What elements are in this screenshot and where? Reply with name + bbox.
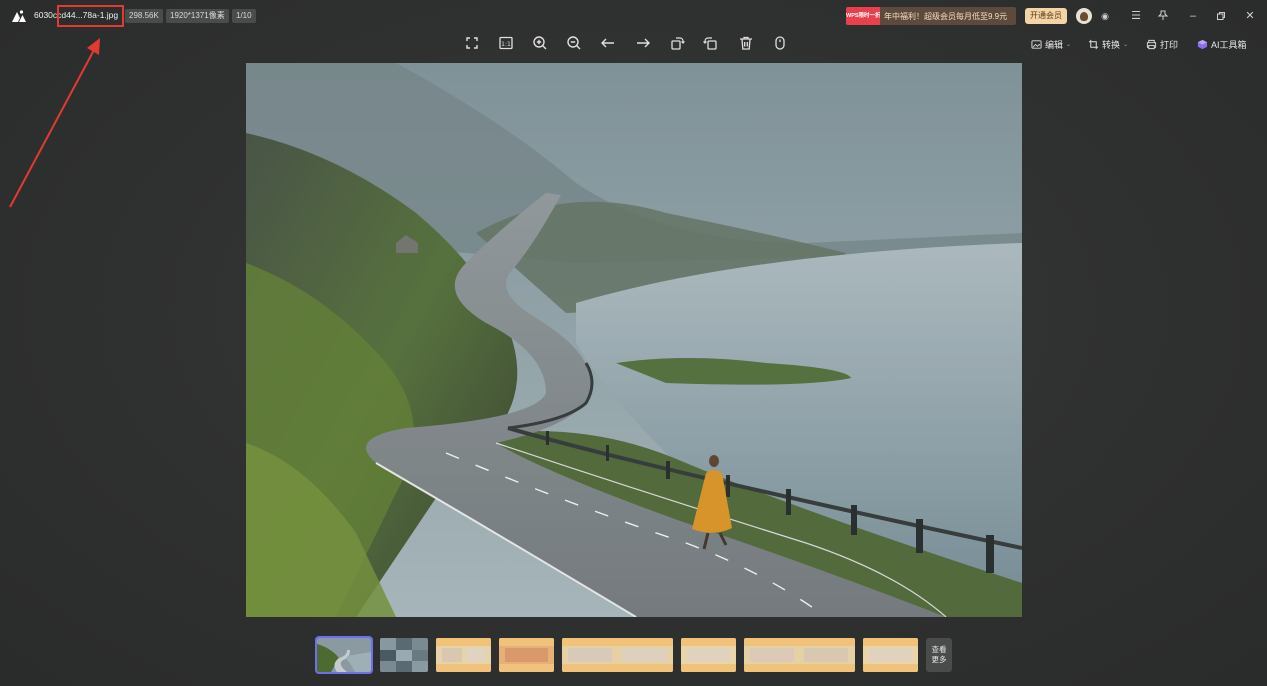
zoom-in-icon[interactable] (531, 34, 549, 52)
thumbnail-3[interactable] (436, 638, 491, 672)
printer-icon (1146, 39, 1157, 49)
settings-dot-icon[interactable]: ◉ (1097, 8, 1113, 24)
edit-label: 编辑 (1045, 39, 1064, 50)
chevron-down-icon: ⌄ (1066, 41, 1072, 48)
image-edit-icon (1031, 39, 1042, 49)
convert-button[interactable]: 转换 ⌄ (1088, 37, 1128, 51)
page-index-badge: 1/10 (232, 9, 256, 23)
rotate-left-icon[interactable] (668, 34, 686, 52)
crop-icon (1088, 39, 1099, 49)
promo-badge: WPS限时一折 (846, 7, 880, 25)
close-icon[interactable]: ✕ (1242, 8, 1258, 24)
zoom-out-icon[interactable] (565, 34, 583, 52)
ai-toolbox-button[interactable]: AI工具箱 (1197, 37, 1247, 51)
fullscreen-icon[interactable] (463, 34, 481, 52)
view-more-button[interactable]: 查看 更多 (926, 638, 952, 672)
promo-text: 年中福利！超级会员每月低至9.9元 (884, 12, 1008, 21)
thumbnail-7[interactable] (744, 638, 855, 672)
thumbnail-6[interactable] (681, 638, 736, 672)
thumbnail-2[interactable] (380, 638, 428, 672)
title-bar: 6030ccd44...78a-1.jpg 298.56K 1920*1371像… (0, 0, 1267, 32)
svg-text:1:1: 1:1 (501, 41, 511, 48)
pin-icon[interactable] (1155, 8, 1171, 24)
open-vip-button[interactable]: 开通会员 (1025, 8, 1067, 24)
print-label: 打印 (1160, 39, 1179, 50)
convert-label: 转换 (1102, 39, 1121, 50)
view-more-label-1: 查看 (931, 645, 947, 654)
main-image[interactable] (246, 63, 1022, 617)
actual-size-icon[interactable]: 1:1 (497, 34, 515, 52)
thumbnail-1[interactable] (315, 636, 373, 674)
chevron-down-icon: ⌄ (1123, 41, 1129, 48)
ai-toolbox-icon (1197, 39, 1208, 49)
delete-icon[interactable] (737, 34, 755, 52)
thumbnail-4[interactable] (499, 638, 554, 672)
previous-icon[interactable] (599, 34, 617, 52)
thumbnail-8[interactable] (863, 638, 918, 672)
user-avatar[interactable] (1076, 8, 1092, 24)
next-icon[interactable] (634, 34, 652, 52)
print-button[interactable]: 打印 (1146, 37, 1178, 51)
thumbnail-5[interactable] (562, 638, 673, 672)
minimize-icon[interactable]: – (1185, 8, 1201, 24)
mouse-icon[interactable] (771, 34, 789, 52)
promo-banner[interactable]: WPS限时一折 年中福利！超级会员每月低至9.9元 (846, 7, 1016, 25)
annotation-arrow (9, 38, 100, 208)
rotate-right-icon[interactable] (702, 34, 720, 52)
image-dimensions-badge: 1920*1371像素 (166, 9, 229, 23)
menu-icon[interactable]: ☰ (1128, 8, 1144, 24)
restore-icon[interactable] (1213, 8, 1229, 24)
view-more-label-2: 更多 (931, 655, 947, 664)
edit-button[interactable]: 编辑 ⌄ (1031, 37, 1071, 51)
ai-toolbox-label: AI工具箱 (1211, 39, 1247, 50)
